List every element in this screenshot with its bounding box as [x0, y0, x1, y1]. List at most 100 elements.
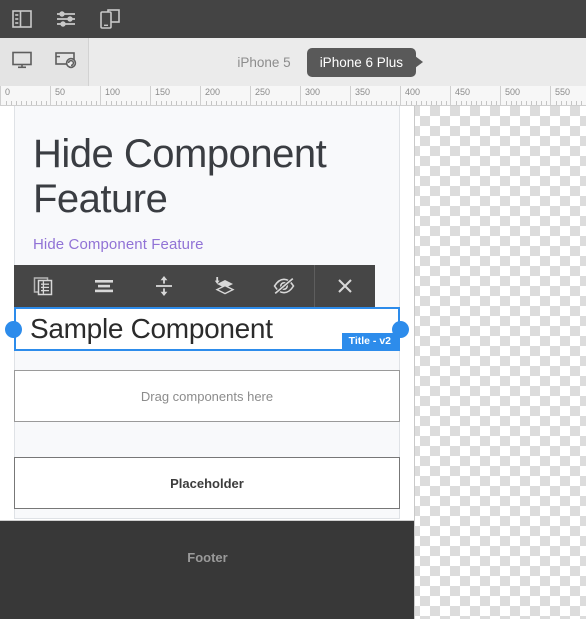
close-x-icon	[336, 277, 354, 295]
ruler-minor-tick	[476, 101, 477, 105]
device-bar: iPhone 5 iPhone 6 Plus	[0, 38, 586, 86]
ruler-minor-tick	[391, 101, 392, 105]
ruler-minor-tick	[461, 101, 462, 105]
ruler-minor-tick	[241, 101, 242, 105]
ruler-minor-tick	[466, 101, 467, 105]
ruler-minor-tick	[211, 101, 212, 105]
ruler-minor-tick	[436, 101, 437, 105]
ruler-minor-tick	[296, 101, 297, 105]
ruler-segment: 550	[550, 86, 586, 105]
ruler-minor-tick	[236, 101, 237, 105]
ruler-minor-tick	[91, 101, 92, 105]
ruler-minor-tick	[431, 101, 432, 105]
ruler-minor-tick	[196, 101, 197, 105]
ruler-minor-tick	[526, 101, 527, 105]
ruler-segment: 0	[0, 86, 50, 105]
ruler-minor-tick	[446, 101, 447, 105]
device-tab-iphone-5[interactable]: iPhone 5	[227, 55, 300, 70]
ruler-minor-tick	[231, 101, 232, 105]
left-resize-handle[interactable]	[5, 321, 22, 338]
responsive-device-button[interactable]	[44, 38, 88, 86]
workspace-transparent-backdrop: Hide Component Feature Hide Component Fe…	[0, 106, 586, 619]
layers-component-button[interactable]	[194, 265, 254, 307]
close-toolbar-button[interactable]	[314, 265, 375, 307]
ruler-minor-tick	[206, 101, 207, 105]
ruler-minor-tick	[16, 101, 17, 105]
dropzone-label: Placeholder	[170, 475, 244, 491]
ruler-minor-tick	[541, 101, 542, 105]
ruler-minor-tick	[161, 101, 162, 105]
ruler-minor-tick	[281, 101, 282, 105]
ruler-minor-tick	[26, 101, 27, 105]
ruler-minor-tick	[386, 101, 387, 105]
ruler-tick-label: 250	[255, 87, 271, 97]
ruler-segment: 150	[150, 86, 200, 105]
ruler-minor-tick	[191, 101, 192, 105]
ruler-tick-label: 0	[5, 87, 11, 97]
settings-sliders-button[interactable]	[44, 0, 88, 38]
ruler-minor-tick	[106, 101, 107, 105]
ruler-minor-tick	[516, 101, 517, 105]
dropzone-label: Drag components here	[140, 388, 274, 404]
ruler-minor-tick	[291, 101, 292, 105]
ruler-minor-tick	[126, 101, 127, 105]
ruler-minor-tick	[166, 101, 167, 105]
ruler-minor-tick	[506, 101, 507, 105]
ruler-segment: 400	[400, 86, 450, 105]
panel-layout-button[interactable]	[0, 0, 44, 38]
layers-arrow-icon	[213, 275, 235, 297]
align-component-button[interactable]	[74, 265, 134, 307]
ruler-minor-tick	[256, 101, 257, 105]
ruler-tick-label: 200	[205, 87, 221, 97]
ruler-tick-label: 50	[55, 87, 66, 97]
ruler-minor-tick	[421, 101, 422, 105]
dropzone-drag-components[interactable]: Drag components here	[14, 370, 400, 422]
page-footer[interactable]: Footer	[0, 520, 414, 619]
right-resize-handle[interactable]	[392, 321, 409, 338]
ruler-minor-tick	[66, 101, 67, 105]
ruler-minor-tick	[176, 101, 177, 105]
ruler-segment: 200	[200, 86, 250, 105]
ruler-minor-tick	[346, 101, 347, 105]
ruler-minor-tick	[246, 101, 247, 105]
ruler-segment: 450	[450, 86, 500, 105]
move-component-button[interactable]	[134, 265, 194, 307]
ruler-segment: 500	[500, 86, 550, 105]
ruler-minor-tick	[221, 101, 222, 105]
ruler-tick-label: 450	[455, 87, 471, 97]
ruler-tick-label: 550	[555, 87, 571, 97]
ruler-minor-tick	[471, 101, 472, 105]
duplicate-component-button[interactable]	[14, 265, 74, 307]
ruler-minor-tick	[156, 101, 157, 105]
ruler-minor-tick	[356, 101, 357, 105]
hero-section: Hide Component Feature Hide Component Fe…	[15, 106, 399, 271]
ruler-minor-tick	[521, 101, 522, 105]
devices-copy-button[interactable]	[88, 0, 132, 38]
ruler-minor-tick	[366, 101, 367, 105]
desktop-monitor-button[interactable]	[0, 38, 44, 86]
ruler-minor-tick	[131, 101, 132, 105]
ruler-minor-tick	[266, 101, 267, 105]
settings-sliders-icon	[55, 10, 77, 28]
device-tab-iphone-6-plus[interactable]: iPhone 6 Plus	[306, 47, 424, 77]
selected-component-wrapper[interactable]: Sample Component Title - v2	[5, 307, 409, 351]
ruler-segment: 300	[300, 86, 350, 105]
dropzone-placeholder[interactable]: Placeholder	[14, 457, 400, 509]
horizontal-ruler: 0 50 100 150 200 250 300 350 400 450 500 550	[0, 86, 586, 106]
desktop-monitor-icon	[11, 51, 33, 74]
ruler-minor-tick	[121, 101, 122, 105]
ruler-tick-label: 350	[355, 87, 371, 97]
ruler-minor-tick	[186, 101, 187, 105]
hide-component-button[interactable]	[254, 265, 314, 307]
ruler-minor-tick	[111, 101, 112, 105]
component-text: Sample Component	[30, 313, 273, 344]
ruler-minor-tick	[566, 101, 567, 105]
selection-outline[interactable]: Sample Component Title - v2	[14, 307, 400, 351]
ruler-minor-tick	[271, 101, 272, 105]
device-canvas[interactable]: Hide Component Feature Hide Component Fe…	[0, 106, 415, 619]
ruler-minor-tick	[11, 101, 12, 105]
top-toolbar	[0, 0, 586, 38]
ruler-minor-tick	[406, 101, 407, 105]
ruler-minor-tick	[276, 101, 277, 105]
ruler-minor-tick	[181, 101, 182, 105]
